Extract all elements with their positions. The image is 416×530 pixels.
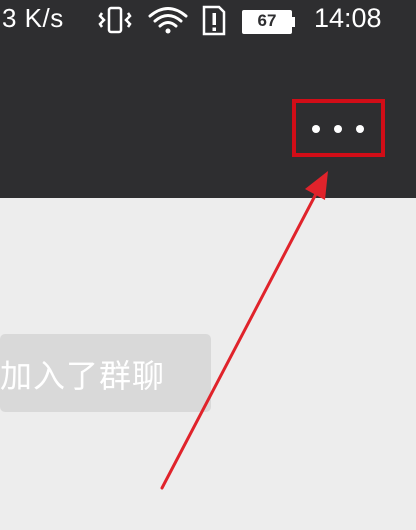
vibrate-icon xyxy=(98,6,132,34)
network-speed: 3 K/s xyxy=(2,3,64,33)
status-time: 14:08 xyxy=(314,3,382,33)
battery-level: 67 xyxy=(257,11,277,30)
more-options-button[interactable] xyxy=(292,99,385,157)
system-message-bubble: 加入了群聊 xyxy=(0,334,211,412)
more-dot-icon xyxy=(356,125,364,133)
more-dot-icon xyxy=(312,125,320,133)
more-dot-icon xyxy=(334,125,342,133)
sim-alert-icon xyxy=(202,5,226,36)
status-bar: 3 K/s 67 14:08 xyxy=(0,0,416,44)
system-message-text: 加入了群聊 xyxy=(0,357,166,395)
wifi-icon xyxy=(148,7,188,34)
